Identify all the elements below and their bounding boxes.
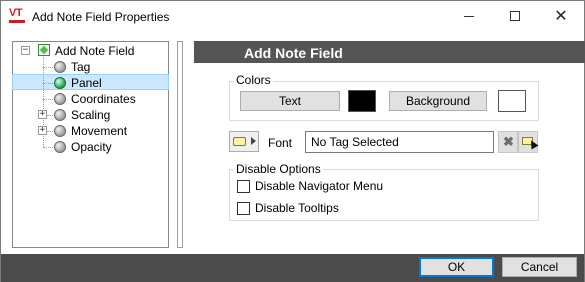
maximize-icon [510,11,520,21]
dialog-window: VT Add Note Field Properties ✕ − Add Not… [0,0,585,282]
status-gray-icon [54,109,66,121]
colors-group-label: Colors [234,73,273,87]
note-field-icon [38,44,50,56]
tree-item-scaling[interactable]: + Scaling [38,107,164,123]
background-color-button[interactable]: Background [389,91,487,111]
clear-tag-button[interactable]: ✖ [498,131,518,153]
tree-item-tag[interactable]: Tag [54,59,164,75]
tree-item-label: Scaling [71,108,111,122]
title-bar[interactable]: VT Add Note Field Properties ✕ [1,1,584,32]
tag-type-dropdown[interactable] [229,131,259,152]
font-label: Font [268,136,293,150]
checkbox-box[interactable] [237,180,250,193]
app-logo-icon: VT [9,7,26,24]
tree-item-root[interactable]: − Add Note Field [21,43,161,59]
tree-item-label: Movement [71,124,128,138]
cancel-button[interactable]: Cancel [502,257,577,277]
checkbox-label: Disable Navigator Menu [255,179,384,193]
disable-tooltips-checkbox[interactable]: Disable Tooltips [237,200,397,216]
tree-item-opacity[interactable]: Opacity [54,139,164,155]
dialog-footer: OK Cancel [1,254,584,282]
background-color-swatch[interactable] [498,90,526,112]
text-color-swatch[interactable] [348,90,376,112]
tree-item-panel[interactable]: Panel [54,75,164,91]
tree-item-label: Add Note Field [55,44,135,58]
collapse-icon[interactable]: − [21,46,30,55]
status-green-icon [54,77,66,89]
pick-tag-button[interactable] [518,131,539,153]
window-title: Add Note Field Properties [32,10,170,24]
text-color-button[interactable]: Text [240,91,340,111]
status-gray-icon [54,125,66,137]
tree-item-label: Panel [71,76,102,90]
tree-item-movement[interactable]: + Movement [38,123,164,139]
close-icon: ✕ [554,8,568,25]
clear-icon: ✖ [503,134,514,149]
font-tag-field[interactable]: No Tag Selected [305,131,494,153]
minimize-button[interactable] [446,1,492,32]
close-button[interactable]: ✕ [538,1,584,32]
status-gray-icon [54,61,66,73]
expand-icon[interactable]: + [38,110,47,119]
panel-splitter[interactable] [177,41,183,248]
cursor-icon [527,138,539,150]
checkbox-label: Disable Tooltips [255,201,339,215]
app-logo-text: VT [9,7,23,19]
ok-button[interactable]: OK [419,257,494,277]
status-gray-icon [54,93,66,105]
maximize-button[interactable] [492,1,538,32]
panel-title: Add Note Field [244,45,343,61]
expand-icon[interactable]: + [38,126,47,135]
disable-navigator-menu-checkbox[interactable]: Disable Navigator Menu [237,178,397,194]
panel-header: Add Note Field [194,41,585,63]
status-gray-icon [54,141,66,153]
chevron-right-icon [251,137,256,145]
tree-item-label: Tag [71,60,91,74]
disable-options-label: Disable Options [234,162,323,176]
tree-item-label: Opacity [71,140,112,154]
checkbox-box[interactable] [237,202,250,215]
tree-item-coordinates[interactable]: Coordinates [54,91,164,107]
tree-item-label: Coordinates [71,92,136,106]
tag-icon [233,137,246,146]
minimize-icon [464,16,474,17]
